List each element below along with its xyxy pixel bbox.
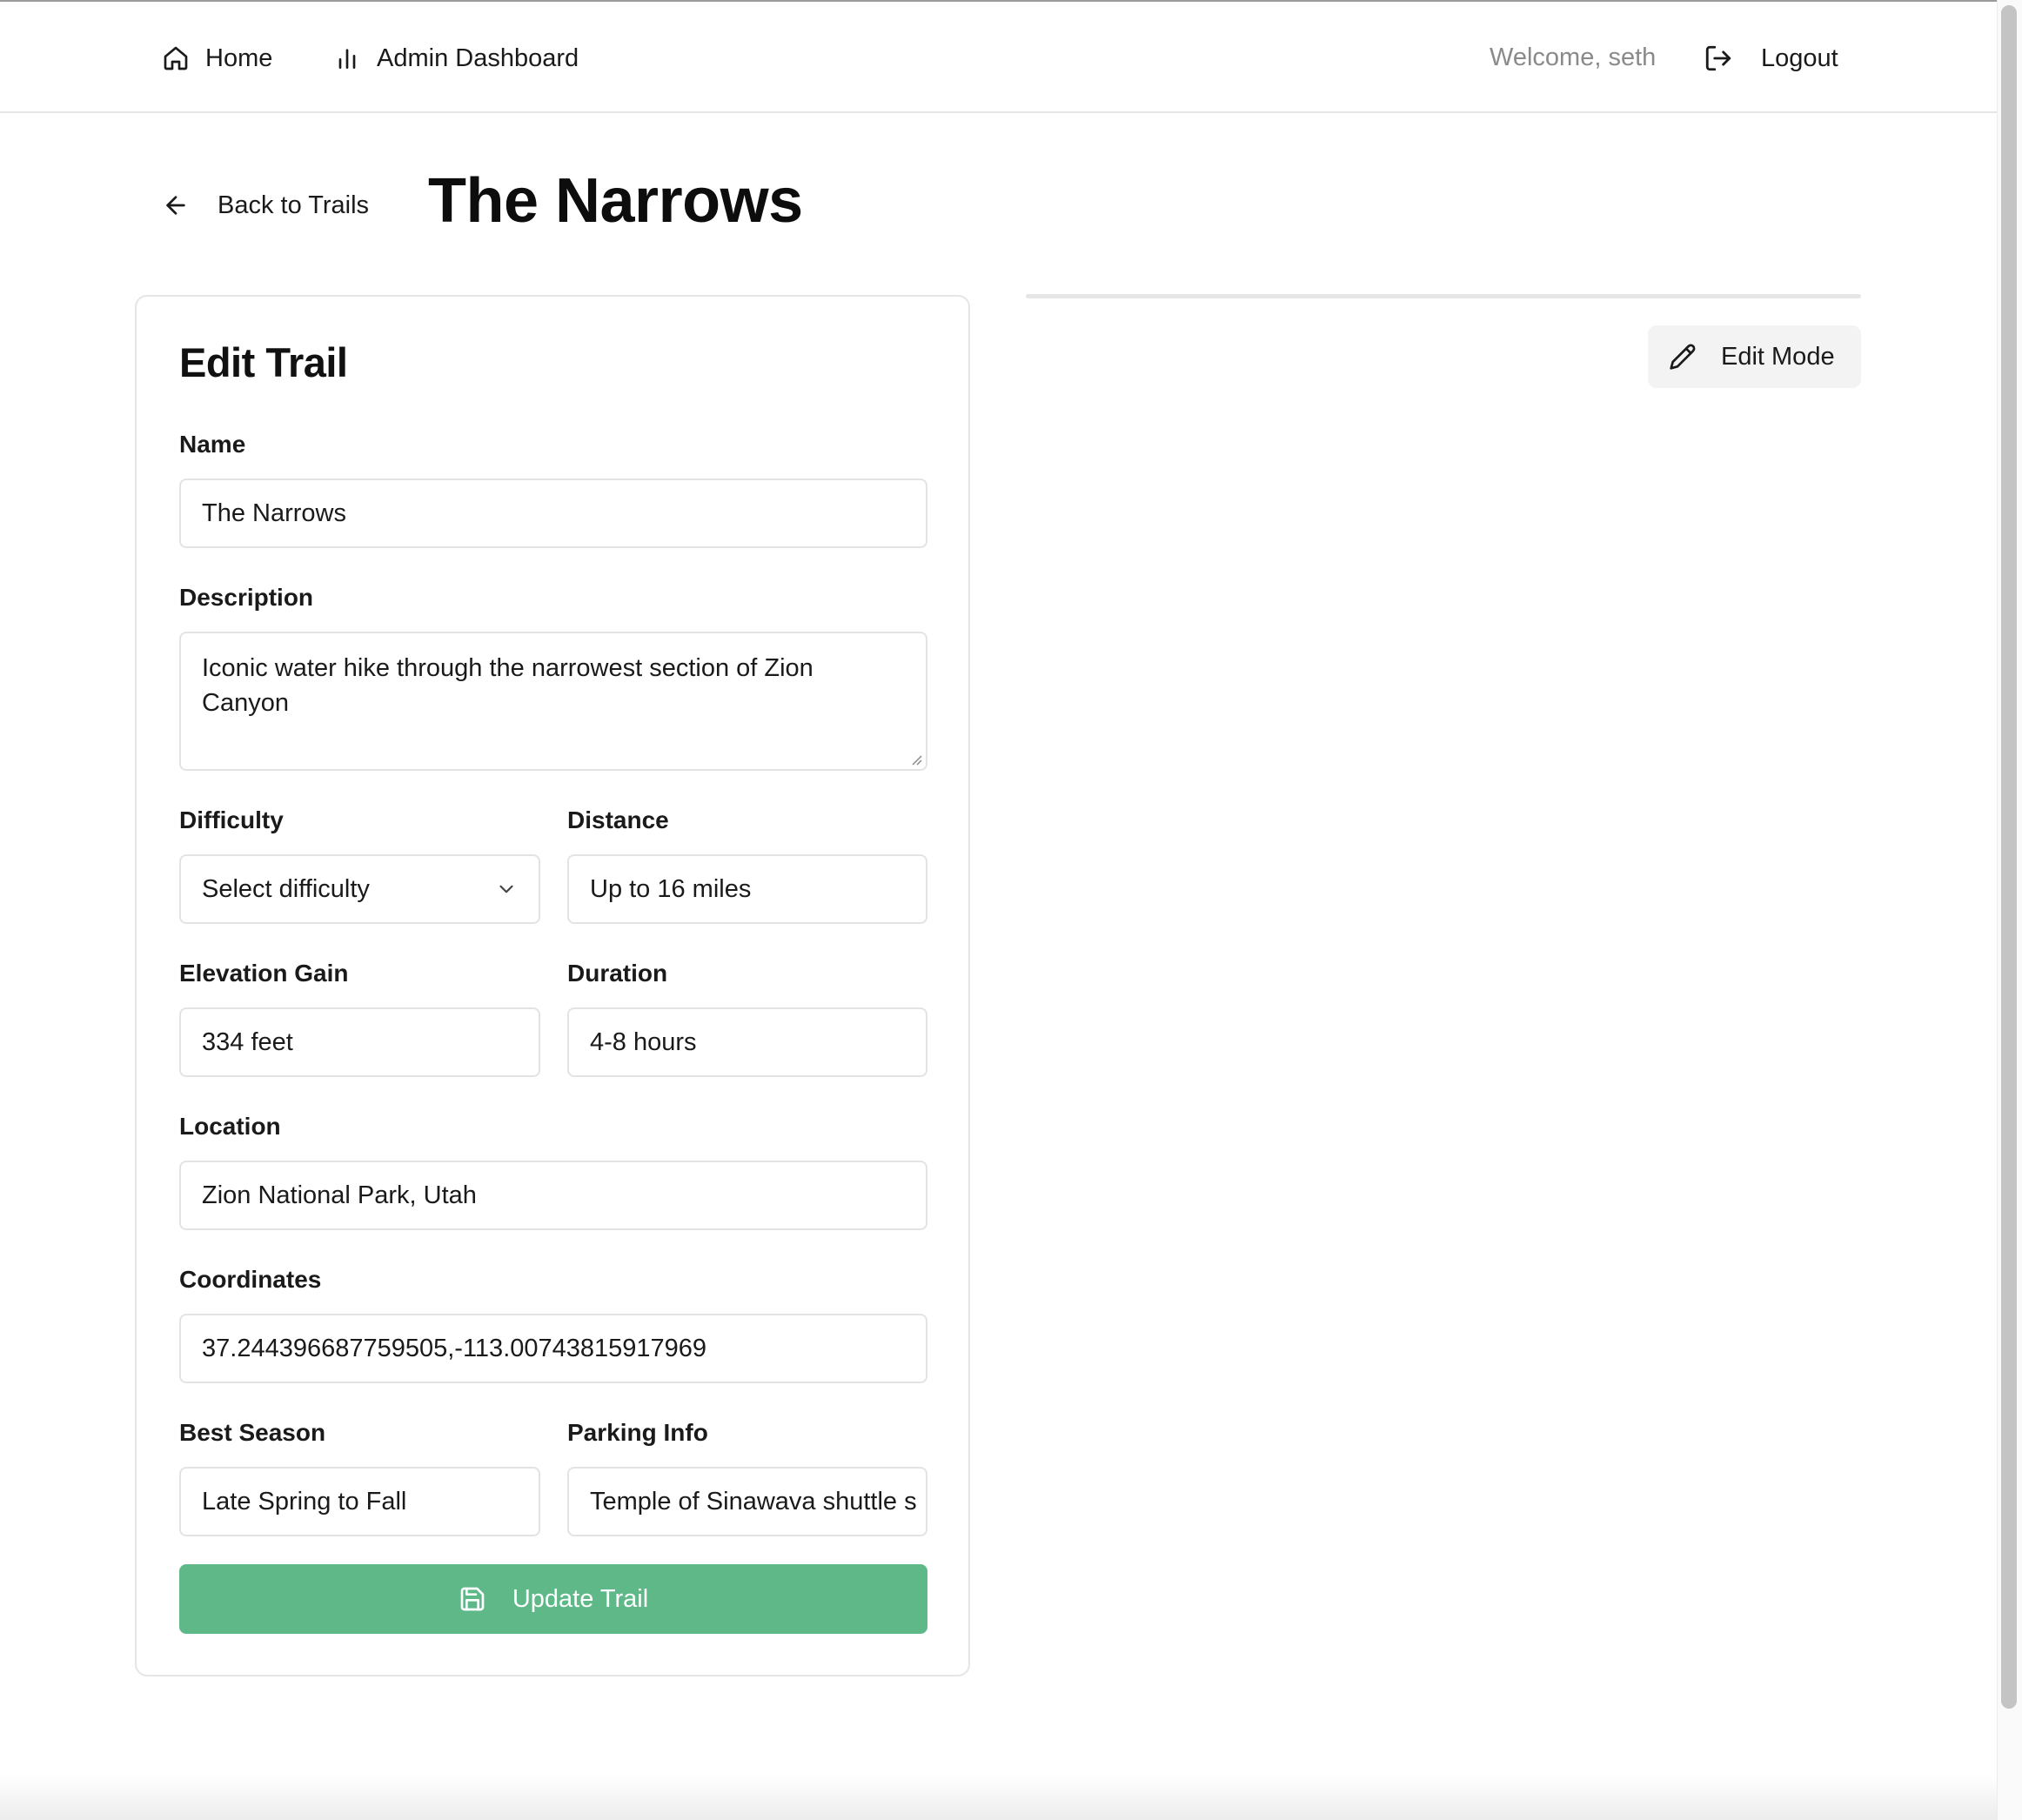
window-bottom-edge xyxy=(0,1775,1997,1820)
back-to-trails-link[interactable]: Back to Trails xyxy=(162,188,369,223)
scrollbar-thumb[interactable] xyxy=(2001,5,2017,1709)
coordinates-label: Coordinates xyxy=(179,1266,322,1293)
logout-button[interactable]: Logout xyxy=(1704,40,1838,77)
edit-mode-label: Edit Mode xyxy=(1721,342,1835,371)
logout-label: Logout xyxy=(1761,43,1838,72)
difficulty-select[interactable]: Select difficulty xyxy=(179,854,540,924)
best-season-label: Best Season xyxy=(179,1419,326,1446)
difficulty-label: Difficulty xyxy=(179,806,284,833)
update-trail-label: Update Trail xyxy=(512,1584,649,1613)
back-to-trails-label: Back to Trails xyxy=(218,191,370,219)
distance-label: Distance xyxy=(567,806,669,833)
name-label: Name xyxy=(179,431,246,458)
name-input[interactable]: The Narrows xyxy=(179,478,927,548)
pencil-icon xyxy=(1670,344,1696,370)
duration-label: Duration xyxy=(567,960,668,987)
parking-info-label: Parking Info xyxy=(567,1419,708,1446)
description-text: Iconic water hike through the narrowest … xyxy=(202,654,813,717)
resize-handle-icon[interactable] xyxy=(910,753,922,766)
welcome-text: Welcome, seth xyxy=(1490,43,1657,71)
nav-admin-label: Admin Dashboard xyxy=(377,43,579,72)
home-icon xyxy=(164,46,188,70)
nav-admin-dashboard-link[interactable]: Admin Dashboard xyxy=(333,40,579,77)
edit-mode-button[interactable]: Edit Mode xyxy=(1648,325,1861,388)
location-label: Location xyxy=(179,1113,281,1140)
parking-info-input[interactable]: Temple of Sinawava shuttle s xyxy=(567,1467,927,1536)
best-season-input[interactable]: Late Spring to Fall xyxy=(179,1467,540,1536)
elevation-gain-input[interactable]: 334 feet xyxy=(179,1007,540,1077)
loading-divider xyxy=(1026,294,1861,298)
arrow-left-icon xyxy=(166,196,185,215)
elevation-gain-label: Elevation Gain xyxy=(179,960,349,987)
coordinates-input[interactable]: 37.244396687759505,-113.00743815917969 xyxy=(179,1314,927,1383)
top-navigation-bar: Home Admin Dashboard Welcome, seth Logou… xyxy=(0,0,1997,113)
save-icon xyxy=(460,1587,485,1611)
update-trail-button[interactable]: Update Trail xyxy=(179,1564,927,1634)
nav-home-link[interactable]: Home xyxy=(162,40,272,77)
description-textarea[interactable]: Iconic water hike through the narrowest … xyxy=(179,632,927,771)
description-label: Description xyxy=(179,584,314,611)
nav-home-label: Home xyxy=(205,43,273,72)
form-title: Edit Trail xyxy=(179,339,348,385)
difficulty-select-value: Select difficulty xyxy=(202,874,370,903)
chevron-down-icon xyxy=(499,885,513,893)
duration-input[interactable]: 4-8 hours xyxy=(567,1007,927,1077)
edit-trail-card: Edit Trail Name The Narrows Description … xyxy=(135,295,970,1676)
logout-icon xyxy=(1705,45,1731,71)
bar-chart-icon xyxy=(338,49,356,69)
location-input[interactable]: Zion National Park, Utah xyxy=(179,1161,927,1230)
page-title: The Narrows xyxy=(428,166,803,236)
distance-input[interactable]: Up to 16 miles xyxy=(567,854,927,924)
